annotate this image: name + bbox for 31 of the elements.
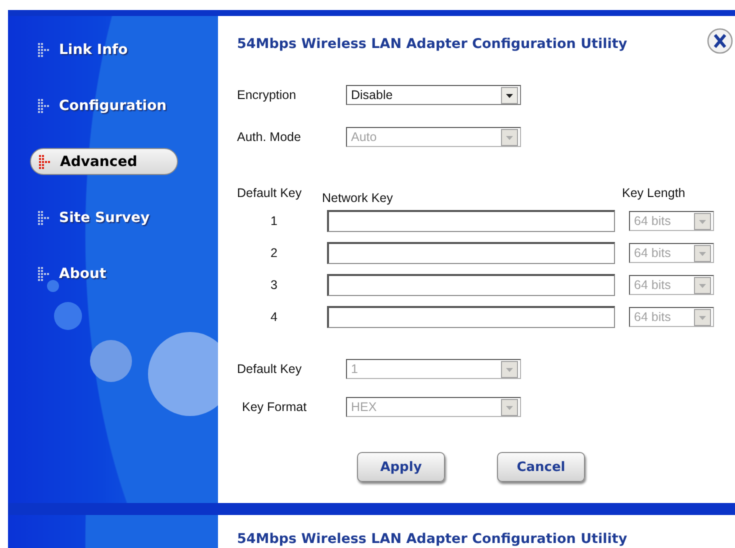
- close-icon[interactable]: [707, 28, 733, 54]
- field-label: Default Key: [237, 362, 303, 376]
- network-key-field[interactable]: [327, 210, 615, 232]
- sidebar-item[interactable]: About: [38, 260, 208, 287]
- dropdown[interactable]: Disable: [346, 85, 521, 105]
- sidebar-item[interactable]: Site Survey: [38, 204, 208, 231]
- action-button[interactable]: Cancel: [497, 452, 585, 482]
- network-key-field[interactable]: [327, 274, 615, 296]
- column-header: Network Key: [322, 191, 394, 205]
- bars-icon: [39, 154, 50, 168]
- action-button[interactable]: Apply: [357, 452, 445, 482]
- key-number: 3: [270, 278, 278, 292]
- bars-icon: [38, 266, 49, 280]
- key-number: 4: [270, 310, 278, 324]
- field-label: Auth. Mode: [237, 130, 302, 144]
- column-header: Key Length: [622, 186, 686, 200]
- bars-icon: [38, 42, 49, 56]
- sidebar-item[interactable]: Advanced: [30, 148, 178, 175]
- bars-icon: [38, 210, 49, 224]
- sidebar-item[interactable]: Configuration: [38, 92, 208, 119]
- field-label: Key Format: [241, 400, 308, 414]
- network-key-field[interactable]: [327, 242, 615, 264]
- column-header: Default Key: [237, 186, 303, 200]
- window-title: 54Mbps Wireless LAN Adapter Configuration Utility: [237, 35, 628, 54]
- sidebar-item[interactable]: Link Info: [38, 36, 208, 63]
- bars-icon: [38, 98, 49, 112]
- network-key-field[interactable]: [327, 306, 615, 328]
- window-title: 54Mbps Wireless LAN Adapter Configuration Utility: [237, 530, 628, 548]
- field-label: Encryption: [237, 88, 298, 102]
- key-number: 1: [270, 214, 278, 228]
- key-number: 2: [270, 246, 278, 260]
